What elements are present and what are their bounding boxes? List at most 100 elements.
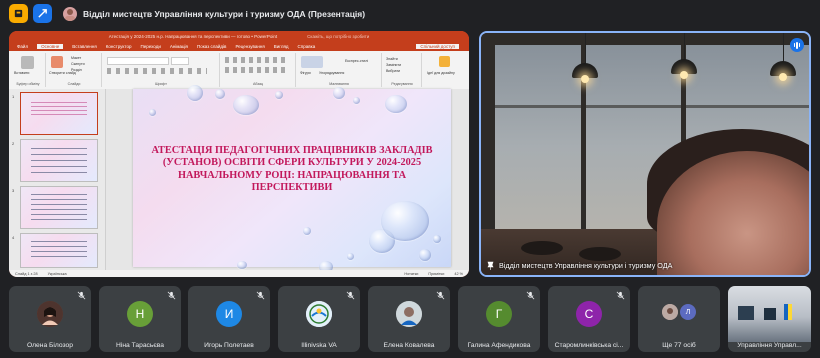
avatar — [306, 301, 332, 327]
comments-button[interactable]: Примітки — [428, 272, 444, 276]
more-participants-tile[interactable]: Л Ще 77 осіб — [638, 286, 720, 352]
avatar: Л — [680, 304, 696, 320]
ppt-search-hint[interactable]: Скажіть, що потрібно зробити — [307, 34, 369, 39]
avatar: С — [576, 301, 602, 327]
main-slide[interactable]: АТЕСТАЦІЯ ПЕДАГОГІЧНИХ ПРАЦІВНИКІВ ЗАКЛА… — [133, 85, 451, 273]
participant-tile[interactable]: Г Галина Афендикова — [458, 286, 540, 352]
ribbon-label-drawing: Малювання — [329, 82, 349, 86]
participant-tile[interactable]: С Старомлинківська сі... — [548, 286, 630, 352]
mic-off-icon — [526, 291, 535, 300]
slide-title: АТЕСТАЦІЯ ПЕДАГОГІЧНИХ ПРАЦІВНИКІВ ЗАКЛА… — [151, 145, 433, 193]
shapes-button[interactable]: Фігури — [300, 71, 311, 75]
new-slide-icon[interactable] — [51, 56, 63, 68]
ribbon-group-drawing: Фігури Упорядкування Експрес-стилі Малюв… — [297, 53, 382, 87]
ppt-menu: Файл Основне Вставлення Конструктор Пере… — [9, 42, 469, 51]
avatar — [37, 301, 63, 327]
participant-tile[interactable]: Олена Білозор — [9, 286, 91, 352]
avatar — [396, 301, 422, 327]
menu-view[interactable]: Вигляд — [274, 44, 289, 49]
font-name-field[interactable] — [107, 57, 169, 65]
paste-icon[interactable] — [21, 56, 34, 69]
slide-thumb-2[interactable] — [20, 139, 98, 182]
present-icon[interactable] — [33, 4, 52, 23]
pin-icon[interactable] — [487, 261, 494, 270]
mic-off-icon — [167, 291, 176, 300]
presentation-chip[interactable]: Відділ мистецтв Управління культури і ту… — [59, 4, 373, 23]
ribbon-group-editing: Знайти Замінити Вибрати Редагування — [383, 53, 422, 87]
avatar: Г — [486, 301, 512, 327]
participant-name: Игорь Полетаев — [204, 342, 254, 349]
participant-tile[interactable]: Управління Управл... — [728, 286, 811, 352]
notes-button[interactable]: Нотатки — [404, 272, 418, 276]
section-button[interactable]: Розділ — [71, 68, 82, 72]
designer-button[interactable]: Ідеї для дизайну — [427, 71, 455, 75]
ribbon-label-font: Шрифт — [155, 82, 167, 86]
layout-button[interactable]: Макет — [71, 56, 81, 60]
participant-tile[interactable]: Н Ніна Тарасьєва — [99, 286, 181, 352]
font-format-buttons[interactable] — [107, 68, 207, 74]
speaker-video-tile[interactable]: Відділ мистецтв Управління культури і ту… — [479, 31, 811, 277]
ribbon-group-paragraph: Абзац — [221, 53, 296, 87]
menu-help[interactable]: Справка — [298, 44, 316, 49]
thumb-number-2: 2 — [12, 141, 15, 146]
slide-thumb-3[interactable] — [20, 186, 98, 229]
ppt-titlebar: Атестація у 2024-2025 н.р. Напрацювання … — [9, 31, 469, 42]
paragraph-buttons[interactable] — [225, 57, 289, 63]
replace-button[interactable]: Замінити — [386, 63, 401, 67]
ppt-window-title: Атестація у 2024-2025 н.р. Напрацювання … — [108, 34, 278, 39]
hand-raise-icon[interactable] — [9, 4, 28, 23]
menu-file[interactable]: Файл — [17, 44, 28, 49]
speaking-indicator-icon — [790, 38, 804, 52]
menu-animations[interactable]: Анімація — [170, 44, 188, 49]
mic-off-icon — [436, 291, 445, 300]
participant-name: Управління Управл... — [728, 342, 811, 349]
ribbon-label-slides: Слайди — [67, 82, 81, 86]
ribbon-label-clipboard: Буфер обміну — [16, 82, 40, 86]
participant-tile[interactable]: И Игорь Полетаев — [188, 286, 270, 352]
zoom-level[interactable]: 42 % — [454, 272, 463, 276]
presentation-title: Відділ мистецтв Управління культури і ту… — [83, 8, 366, 19]
designer-icon[interactable] — [439, 56, 450, 67]
mic-off-icon — [256, 291, 265, 300]
slide-thumb-4[interactable] — [20, 233, 98, 268]
more-participants-label: Ще 77 осіб — [662, 342, 696, 349]
menu-transitions[interactable]: Переходи — [140, 44, 160, 49]
menu-home[interactable]: Основне — [37, 44, 64, 49]
ribbon: Вставити Буфер обміну Створити слайд Мак… — [9, 51, 469, 90]
shared-screen: Атестація у 2024-2025 н.р. Напрацювання … — [9, 31, 469, 277]
find-button[interactable]: Знайти — [386, 57, 398, 61]
reset-button[interactable]: Скинути — [71, 62, 85, 66]
video-thumbnail — [728, 286, 811, 342]
avatar — [662, 304, 678, 320]
ribbon-group-clipboard: Вставити Буфер обміну — [11, 53, 46, 87]
menu-review[interactable]: Рецензування — [235, 44, 264, 49]
menu-slideshow[interactable]: Показ слайдів — [197, 44, 226, 49]
participant-name: Елена Ковалева — [383, 342, 435, 349]
mic-off-icon — [346, 291, 355, 300]
participant-tile[interactable]: Illinivska VA — [278, 286, 360, 352]
slide-thumb-1[interactable] — [20, 92, 98, 135]
align-buttons[interactable] — [225, 67, 289, 73]
shapes-gallery[interactable] — [301, 56, 323, 68]
select-button[interactable]: Вибрати — [386, 69, 400, 73]
menu-insert[interactable]: Вставлення — [72, 44, 97, 49]
participant-tile[interactable]: Елена Ковалева — [368, 286, 450, 352]
paste-button[interactable]: Вставити — [14, 71, 29, 75]
mic-off-icon — [616, 291, 625, 300]
participant-name: Старомлинківська сі... — [554, 342, 624, 349]
language-status[interactable]: Українська — [48, 272, 67, 276]
thumb-number-3: 3 — [12, 188, 15, 193]
quick-styles-button[interactable]: Експрес-стилі — [345, 59, 368, 63]
share-button[interactable]: Спільний доступ — [416, 44, 459, 49]
ribbon-label-editing: Редагування — [391, 82, 413, 86]
designer-group: Ідеї для дизайну — [425, 53, 465, 87]
participant-name: Олена Білозор — [27, 342, 73, 349]
participant-name: Галина Афендикова — [467, 342, 531, 349]
speaker-name: Відділ мистецтв Управління культури і ту… — [499, 261, 673, 270]
participant-name: Illinivska VA — [301, 342, 337, 349]
menu-design[interactable]: Конструктор — [106, 44, 132, 49]
font-size-field[interactable] — [171, 57, 189, 65]
ribbon-label-paragraph: Абзац — [252, 82, 264, 86]
arrange-button[interactable]: Упорядкування — [319, 71, 344, 75]
top-bar: Відділ мистецтв Управління культури і ту… — [0, 0, 820, 28]
